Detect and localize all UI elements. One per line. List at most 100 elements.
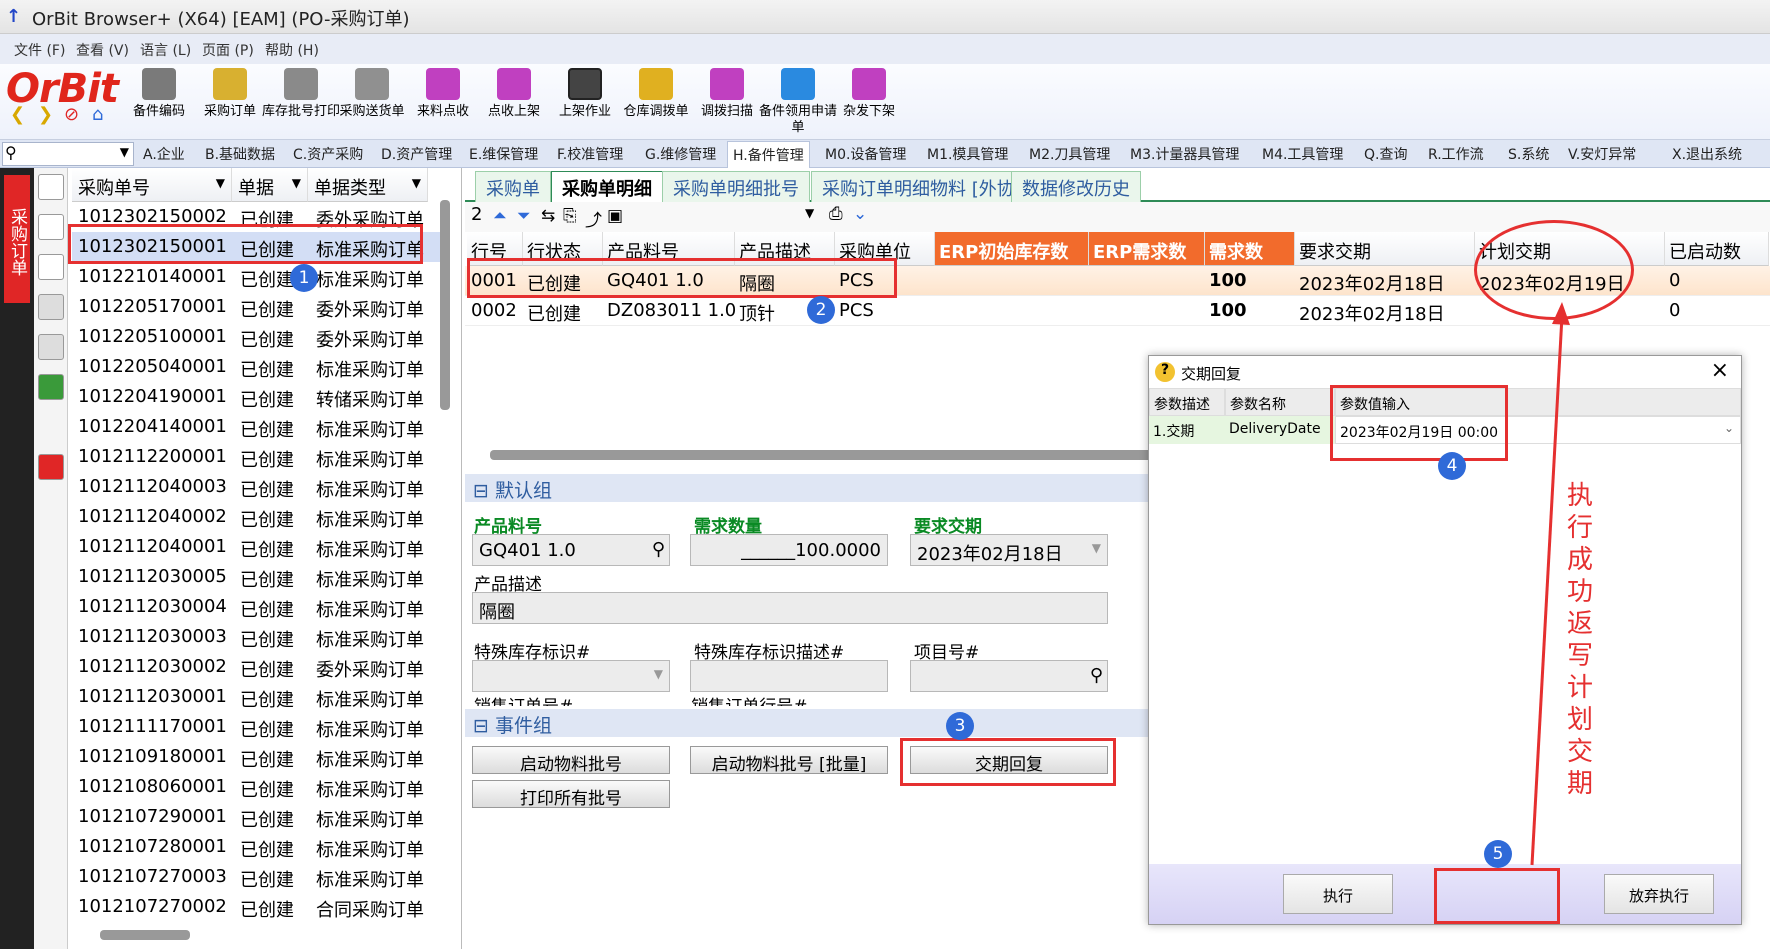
last-icon[interactable]: ⏷ — [517, 206, 531, 226]
home-icon[interactable]: ⌂ — [92, 104, 103, 125]
po-list-row[interactable]: 1012205100001 已创建 委外采购订单 — [72, 322, 448, 352]
po-list-row[interactable]: 1012112030002 已创建 委外采购订单 — [72, 652, 448, 682]
module-f[interactable]: F.校准管理 — [557, 144, 623, 164]
tab-po[interactable]: 采购单 — [475, 171, 551, 202]
po-list-row[interactable]: 1012107290001 已创建 标准采购订单 — [72, 802, 448, 832]
required-date-field[interactable]: 2023年02月18日 ▼ — [910, 534, 1108, 566]
po-list-row[interactable]: 1012112030005 已创建 标准采购订单 — [72, 562, 448, 592]
forward-icon[interactable]: ❯ — [38, 104, 53, 125]
demand-qty-field[interactable]: ______100.0000 — [690, 534, 888, 566]
copy-icon[interactable] — [38, 214, 64, 240]
po-list-row[interactable]: 1012108060001 已创建 标准采购订单 — [72, 772, 448, 802]
po-list-row[interactable]: 1012112040003 已创建 标准采购订单 — [72, 472, 448, 502]
special-stock-field[interactable]: ▼ — [472, 660, 670, 692]
first-icon[interactable]: ⏶ — [493, 206, 507, 226]
col-header-status[interactable]: 单据 ▼ — [232, 168, 308, 202]
toolbar-batch-print[interactable]: 库存批号打印 — [262, 68, 340, 120]
module-a[interactable]: A.企业 — [143, 144, 185, 164]
col-erp-initial-stock[interactable]: ERP初始库存数 — [935, 232, 1089, 266]
tab-po-detail-batch[interactable]: 采购单明细批号 — [662, 171, 810, 202]
module-e[interactable]: E.维保管理 — [469, 144, 538, 164]
filter-icon[interactable]: ▼ — [216, 176, 225, 190]
cancel-execute-button[interactable]: 放弃执行 — [1604, 874, 1714, 914]
event-group-header[interactable]: ⊟ 事件组 — [465, 709, 1165, 737]
po-list-row[interactable]: 1012107270003 已创建 标准采购订单 — [72, 862, 448, 892]
search-icon[interactable]: ⚲ — [652, 539, 665, 560]
undo-icon[interactable] — [38, 334, 64, 360]
new-doc-icon[interactable] — [38, 174, 64, 200]
col-header-doc-type[interactable]: 单据类型 ▼ — [308, 168, 428, 202]
po-list-row[interactable]: 1012205040001 已创建 标准采购订单 — [72, 352, 448, 382]
col-required-date[interactable]: 要求交期 — [1295, 232, 1475, 266]
menu-language[interactable]: 语言 (L) — [140, 40, 191, 60]
po-list-row[interactable]: 1012109180001 已创建 标准采购订单 — [72, 742, 448, 772]
module-g[interactable]: G.维修管理 — [645, 144, 716, 164]
module-m3[interactable]: M3.计量器具管理 — [1130, 144, 1239, 164]
po-list-row[interactable]: 1012204190001 已创建 转储采购订单 — [72, 382, 448, 412]
grid-horizontal-scrollbar[interactable] — [490, 450, 1190, 460]
menu-file[interactable]: 文件 (F) — [14, 40, 65, 60]
chevron-down-icon[interactable]: ▼ — [654, 667, 663, 681]
toolbar-receive-shelve[interactable]: 点收上架 — [475, 68, 553, 120]
toolbar-transfer-scan[interactable]: 调拨扫描 — [688, 68, 766, 120]
product-no-field[interactable]: GQ401 1.0 ⚲ — [472, 534, 670, 566]
toolbar-delivery-note[interactable]: 采购送货单 — [333, 68, 411, 120]
module-h[interactable]: H.备件管理 — [727, 141, 810, 168]
collapse-icon[interactable]: ⊟ — [473, 715, 495, 737]
module-m2[interactable]: M2.刀具管理 — [1029, 144, 1110, 164]
excel-icon[interactable] — [38, 374, 64, 400]
toolbar-purchase-order[interactable]: 采购订单 — [191, 68, 269, 120]
po-list-row[interactable]: 1012112040001 已创建 标准采购订单 — [72, 532, 448, 562]
preview-icon[interactable]: ⎙ — [829, 204, 843, 224]
col-started-qty[interactable]: 已启动数 — [1665, 232, 1769, 266]
col-header-po-number[interactable]: 采购单号 ▼ — [72, 168, 232, 202]
tab-change-history[interactable]: 数据修改历史 — [1011, 171, 1141, 202]
module-v[interactable]: V.安灯异常 — [1568, 144, 1636, 164]
module-x[interactable]: X.退出系统 — [1672, 144, 1742, 164]
col-demand[interactable]: 需求数 — [1205, 232, 1295, 266]
toolbar-misc-issue[interactable]: 杂发下架 — [830, 68, 908, 120]
power-icon[interactable] — [38, 454, 64, 480]
module-search-input[interactable]: ⚲ ▼ — [2, 142, 134, 166]
list-vertical-scrollbar[interactable] — [440, 200, 450, 410]
module-b[interactable]: B.基础数据 — [205, 144, 275, 164]
toolbar-spare-code[interactable]: 备件编码 — [120, 68, 198, 120]
po-list-row[interactable]: 1012107270002 已创建 合同采购订单 — [72, 892, 448, 922]
col-erp-demand[interactable]: ERP需求数 — [1089, 232, 1205, 266]
toolbar-requisition[interactable]: 备件领用申请单 — [759, 68, 837, 136]
chevron-down-icon[interactable]: ▼ — [120, 145, 129, 159]
tab-po-detail[interactable]: 采购单明细 — [551, 171, 663, 202]
search-icon[interactable]: ⚲ — [1090, 665, 1103, 686]
chevron-down-icon[interactable]: ▼ — [1092, 541, 1101, 555]
start-batch-bulk-button[interactable]: 启动物料批号 [批量] — [690, 746, 888, 775]
po-list-row[interactable]: 1012112030001 已创建 标准采购订单 — [72, 682, 448, 712]
menu-view[interactable]: 查看 (V) — [76, 40, 129, 60]
default-group-header[interactable]: ⊟ 默认组 — [465, 474, 1165, 502]
module-d[interactable]: D.资产管理 — [381, 144, 452, 164]
save-icon[interactable]: ▣ — [607, 206, 623, 226]
module-s[interactable]: S.系统 — [1508, 144, 1549, 164]
po-list-row[interactable]: 1012210140001 已创建 标准采购订单 — [72, 262, 448, 292]
module-c[interactable]: C.资产采购 — [293, 144, 363, 164]
chevron-down-icon[interactable]: ▼ — [805, 206, 814, 220]
export-icon[interactable]: ⤴ — [585, 206, 602, 231]
menu-help[interactable]: 帮助 (H) — [265, 40, 319, 60]
tab-po-outsourced[interactable]: 采购订单明细物料 [外协] — [811, 171, 1033, 202]
po-list-row[interactable]: 1012107280001 已创建 标准采购订单 — [72, 832, 448, 862]
special-stock-desc-field[interactable] — [690, 660, 888, 692]
back-icon[interactable]: ❮ — [10, 104, 25, 125]
po-list-row[interactable]: 1012205170001 已创建 委外采购订单 — [72, 292, 448, 322]
toolbar-transfer-order[interactable]: 仓库调拨单 — [617, 68, 695, 120]
module-m0[interactable]: M0.设备管理 — [825, 144, 906, 164]
list-horizontal-scrollbar[interactable] — [100, 930, 190, 940]
module-m1[interactable]: M1.模具管理 — [927, 144, 1008, 164]
module-q[interactable]: Q.查询 — [1364, 144, 1407, 164]
stop-icon[interactable]: ⊘ — [64, 104, 79, 125]
po-list-row[interactable]: 1012112200001 已创建 标准采购订单 — [72, 442, 448, 472]
po-list-row[interactable]: 1012204140001 已创建 标准采购订单 — [72, 412, 448, 442]
filter-icon[interactable]: ▼ — [292, 176, 301, 190]
po-list-row[interactable]: 1012112030003 已创建 标准采购订单 — [72, 622, 448, 652]
edit-icon[interactable] — [38, 254, 64, 280]
execute-button[interactable]: 执行 — [1283, 874, 1393, 914]
collapse-icon[interactable]: ⊟ — [473, 480, 495, 502]
